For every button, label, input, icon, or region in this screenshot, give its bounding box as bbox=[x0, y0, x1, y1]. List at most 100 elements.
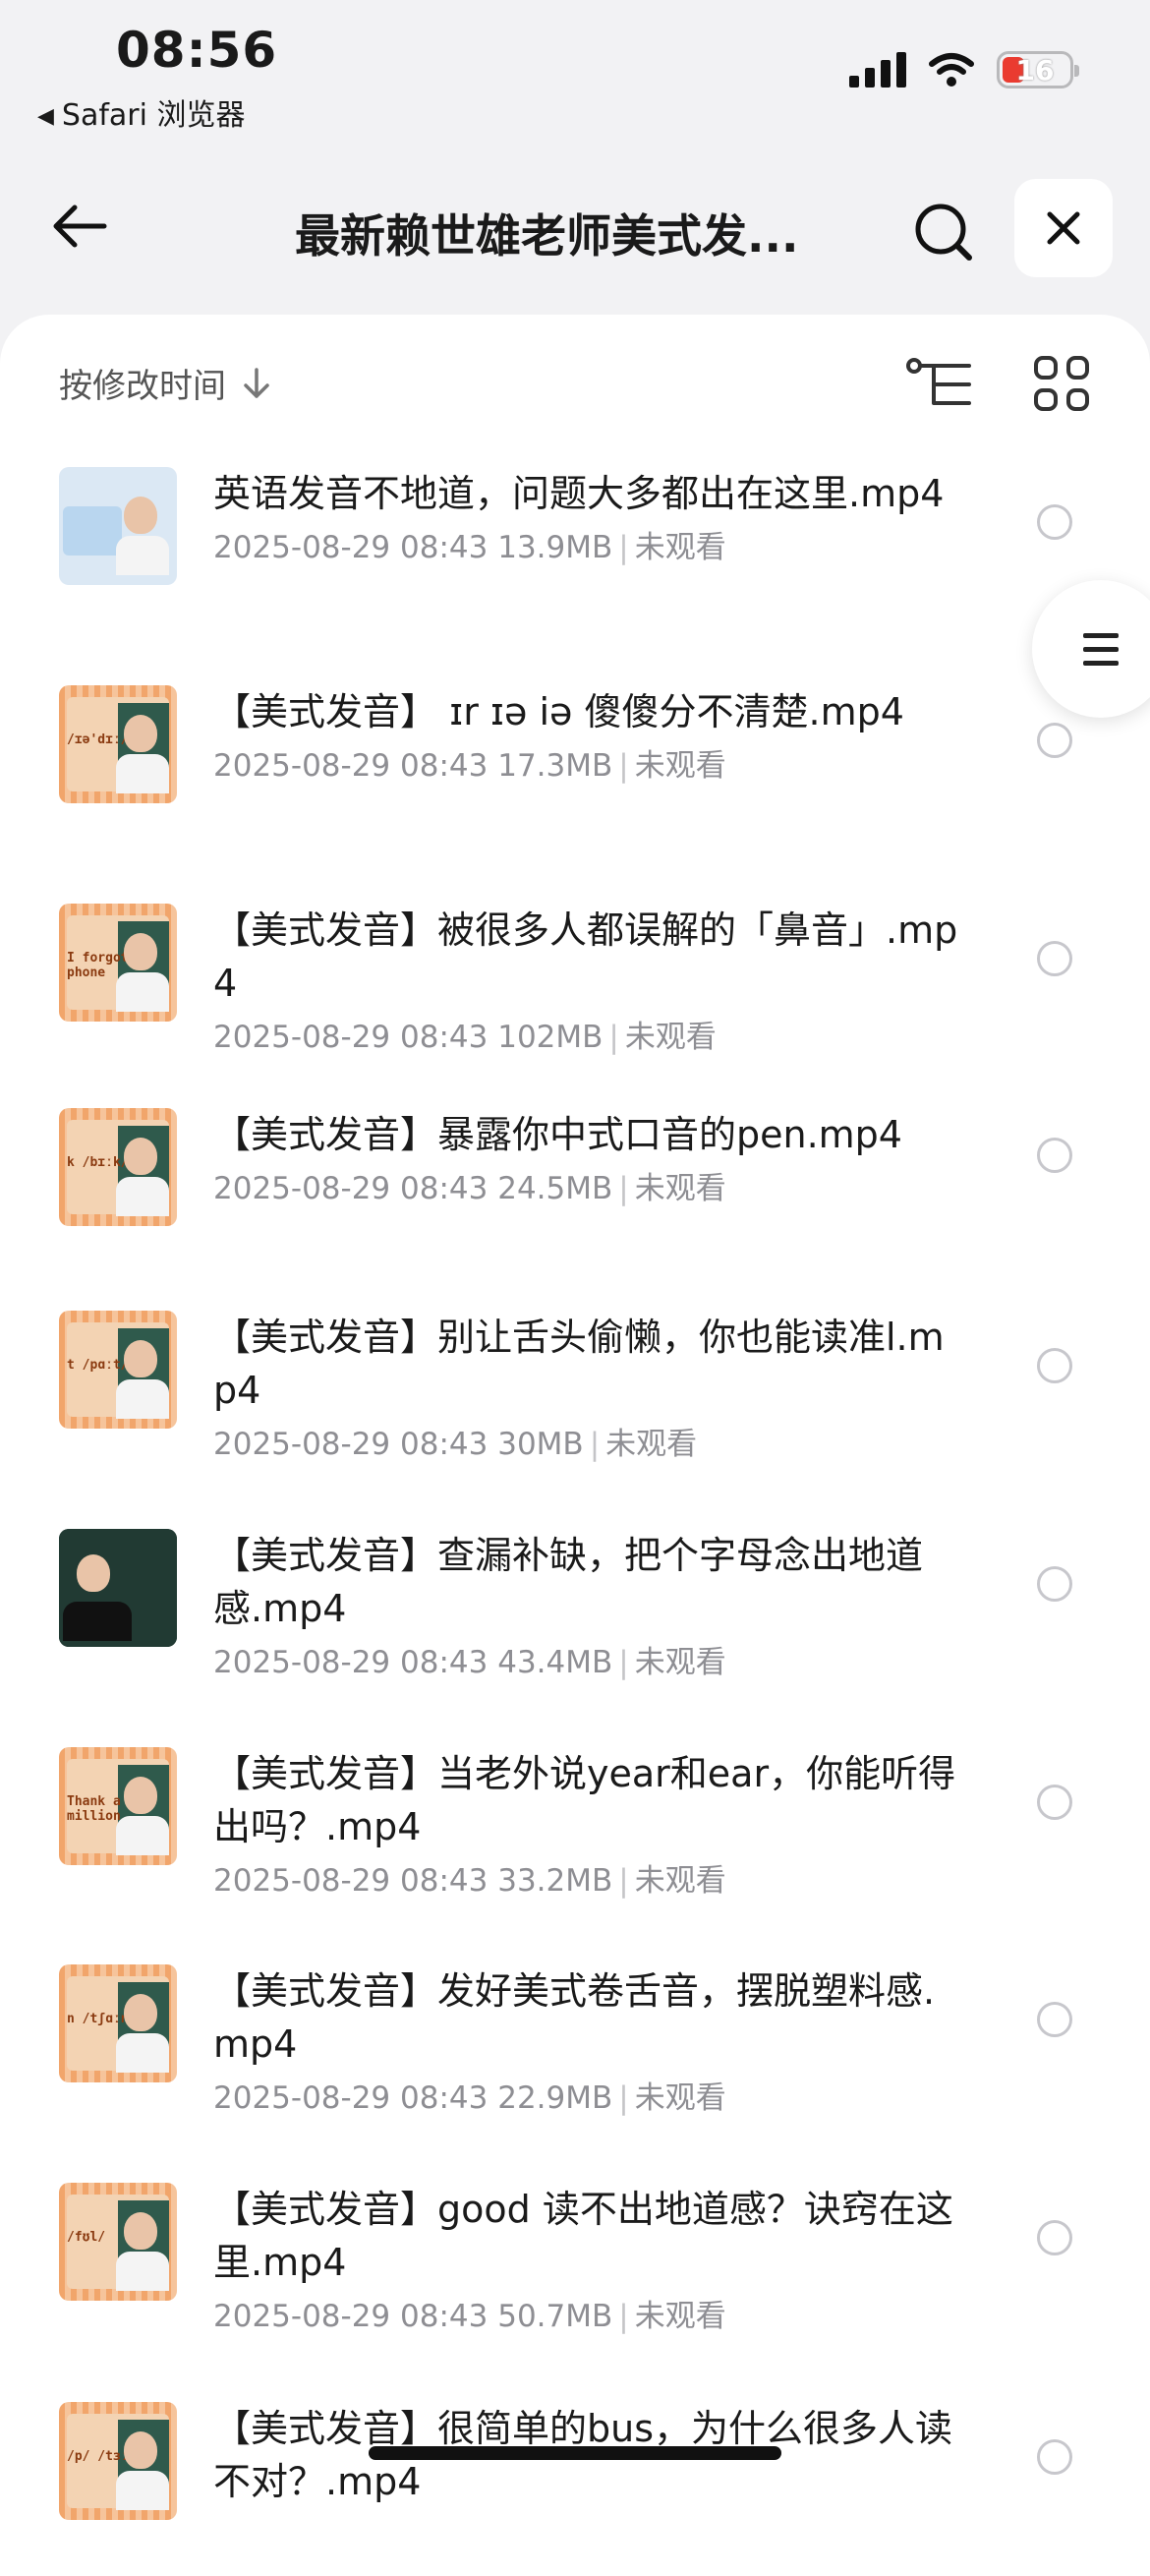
home-indicator bbox=[369, 2446, 781, 2460]
select-radio[interactable] bbox=[1037, 2220, 1072, 2255]
back-triangle-icon: ◀ bbox=[37, 104, 54, 129]
file-name: 【美式发音】查漏补缺，把个字母念出地道感.mp4 bbox=[213, 1534, 924, 1630]
select-radio[interactable] bbox=[1037, 504, 1072, 540]
page-title: 最新赖世雄老师美式发... bbox=[295, 209, 799, 263]
back-app-label: Safari 浏览器 bbox=[61, 98, 246, 133]
sort-selector[interactable]: 按修改时间 bbox=[59, 359, 271, 407]
file-list-item[interactable]: k /bɪːk/ 【美式发音】暴露你中式口音的pen.mp4 2025-08-29 … bbox=[0, 1108, 1150, 1226]
video-thumbnail: k /bɪːk/ bbox=[59, 1108, 177, 1226]
watch-status: 未观看 bbox=[634, 1171, 726, 1206]
file-list-item[interactable]: /ɪə'dɪː/ 【美式发音】 ɪr ɪə iə 傻傻分不清楚.mp4 2025-0… bbox=[0, 685, 1150, 803]
file-list-item[interactable]: Thank a million 【美式发音】当老外说year和ear，你能听得出吗… bbox=[0, 1747, 1150, 1900]
select-radio[interactable] bbox=[1037, 1566, 1072, 1602]
file-list-item[interactable]: /p/ /tɜːt/【美式发音】很简单的bus，为什么很多人读不对？.mp4 | bbox=[0, 2402, 1150, 2520]
file-list-item[interactable]: 【美式发音】查漏补缺，把个字母念出地道感.mp4 2025-08-29 08:43… bbox=[0, 1529, 1150, 1681]
file-date: 2025-08-29 08:43 bbox=[213, 1171, 489, 1206]
file-size: 17.3MB bbox=[497, 748, 613, 784]
watch-status: 未观看 bbox=[634, 1863, 726, 1899]
status-icons: 16 bbox=[849, 51, 1079, 88]
back-button[interactable] bbox=[39, 192, 118, 261]
video-thumbnail: Thank a million bbox=[59, 1747, 177, 1865]
meta-separator: | bbox=[618, 1645, 629, 1680]
file-name: 【美式发音】当老外说year和ear，你能听得出吗？.mp4 bbox=[213, 1752, 956, 1848]
video-thumbnail bbox=[59, 1529, 177, 1647]
file-size: 102MB bbox=[497, 1020, 604, 1055]
file-list-item[interactable]: I forgot my phone 【美式发音】被很多人都误解的「鼻音」.mp4 2… bbox=[0, 904, 1150, 1056]
menu-icon bbox=[1083, 632, 1119, 666]
select-radio[interactable] bbox=[1037, 2439, 1072, 2475]
file-list-item[interactable]: n /tʃɑːn/ 【美式发音】发好美式卷舌音，摆脱塑料感.mp4 2025-08-… bbox=[0, 1964, 1150, 2117]
select-radio[interactable] bbox=[1037, 1348, 1072, 1383]
back-arrow-icon bbox=[53, 205, 107, 248]
watch-status: 未观看 bbox=[634, 1645, 726, 1680]
watch-status: 未观看 bbox=[634, 2299, 726, 2334]
search-button[interactable] bbox=[904, 195, 983, 269]
header: 最新赖世雄老师美式发... bbox=[0, 167, 1150, 285]
watch-status: 未观看 bbox=[624, 1020, 717, 1055]
file-date: 2025-08-29 08:43 bbox=[213, 2080, 489, 2116]
file-size: 24.5MB bbox=[497, 1171, 613, 1206]
select-radio[interactable] bbox=[1037, 723, 1072, 758]
thumbnail-caption: /fʊl/ bbox=[67, 2230, 106, 2245]
grid-icon bbox=[1034, 356, 1058, 380]
thumbnail-caption: /ɪə'dɪː/ bbox=[67, 732, 129, 747]
meta-separator: | bbox=[618, 1171, 629, 1206]
meta-separator: | bbox=[618, 2080, 629, 2116]
search-icon bbox=[915, 204, 972, 261]
meta-separator: | bbox=[608, 1020, 619, 1055]
meta-separator: | bbox=[618, 2299, 629, 2334]
sort-label: 按修改时间 bbox=[59, 367, 226, 406]
tree-structure-icon bbox=[906, 358, 971, 405]
file-name: 【美式发音】good 读不出地道感？诀窍在这里.mp4 bbox=[213, 2188, 953, 2284]
status-time: 08:56 bbox=[116, 22, 278, 79]
select-radio[interactable] bbox=[1037, 941, 1072, 976]
video-thumbnail: /fʊl/ bbox=[59, 2183, 177, 2301]
watch-status: 未观看 bbox=[634, 530, 726, 565]
watch-status: 未观看 bbox=[634, 2080, 726, 2116]
file-date: 2025-08-29 08:43 bbox=[213, 1427, 489, 1462]
close-button[interactable] bbox=[1014, 179, 1113, 277]
file-list-item[interactable]: /fʊl/ 【美式发音】good 读不出地道感？诀窍在这里.mp4 2025-08-… bbox=[0, 2183, 1150, 2335]
arrow-down-icon bbox=[244, 367, 269, 398]
select-radio[interactable] bbox=[1037, 1138, 1072, 1173]
file-size: 13.9MB bbox=[497, 530, 613, 565]
file-name: 【美式发音】暴露你中式口音的pen.mp4 bbox=[213, 1113, 902, 1156]
grid-view-button[interactable] bbox=[1034, 356, 1089, 411]
file-meta: 2025-08-29 08:43 24.5MB | 未观看 bbox=[213, 1163, 960, 1207]
file-list-item[interactable]: t /pɑːt/ 【美式发音】别让舌头偷懒，你也能读准l.mp4 2025-08-2… bbox=[0, 1311, 1150, 1463]
file-list-item[interactable]: 英语发音不地道，问题大多都出在这里.mp4 2025-08-29 08:43 13… bbox=[0, 467, 1150, 585]
file-name: 英语发音不地道，问题大多都出在这里.mp4 bbox=[213, 472, 945, 515]
file-date: 2025-08-29 08:43 bbox=[213, 1645, 489, 1680]
back-to-app-link[interactable]: ◀ Safari 浏览器 bbox=[37, 90, 246, 134]
file-size: 43.4MB bbox=[497, 1645, 613, 1680]
file-meta: 2025-08-29 08:43 50.7MB | 未观看 bbox=[213, 2291, 960, 2335]
meta-separator: | bbox=[618, 530, 629, 565]
file-meta: 2025-08-29 08:43 17.3MB | 未观看 bbox=[213, 740, 960, 785]
wifi-icon bbox=[929, 53, 974, 87]
video-thumbnail: I forgot my phone bbox=[59, 904, 177, 1022]
battery-icon: 16 bbox=[997, 51, 1079, 88]
video-thumbnail bbox=[59, 467, 177, 585]
select-radio[interactable] bbox=[1037, 2002, 1072, 2037]
file-list-panel: 按修改时间 英语发音不地道，问题大多都出在这里.mp4 2025-08-29 08… bbox=[0, 315, 1150, 2576]
tree-view-button[interactable] bbox=[904, 354, 975, 413]
video-thumbnail: t /pɑːt/ bbox=[59, 1311, 177, 1429]
file-size: 22.9MB bbox=[497, 2080, 613, 2116]
meta-separator: | bbox=[618, 748, 629, 784]
thumbnail-caption: t /pɑːt/ bbox=[67, 1358, 129, 1373]
file-meta: 2025-08-29 08:43 43.4MB | 未观看 bbox=[213, 1637, 960, 1681]
file-size: 50.7MB bbox=[497, 2299, 613, 2334]
cellular-signal-icon bbox=[849, 52, 906, 88]
file-size: 33.2MB bbox=[497, 1863, 613, 1899]
battery-level: 16 bbox=[1015, 53, 1055, 87]
select-radio[interactable] bbox=[1037, 1785, 1072, 1820]
file-name: 【美式发音】发好美式卷舌音，摆脱塑料感.mp4 bbox=[213, 1969, 936, 2066]
file-date: 2025-08-29 08:43 bbox=[213, 2299, 489, 2334]
meta-separator: | bbox=[589, 1427, 601, 1462]
video-thumbnail: /ɪə'dɪː/ bbox=[59, 685, 177, 803]
thumbnail-caption: k /bɪːk/ bbox=[67, 1155, 129, 1170]
file-date: 2025-08-29 08:43 bbox=[213, 1863, 489, 1899]
close-icon bbox=[1047, 211, 1080, 245]
file-date: 2025-08-29 08:43 bbox=[213, 530, 489, 565]
file-name: 【美式发音】 ɪr ɪə iə 傻傻分不清楚.mp4 bbox=[213, 690, 904, 733]
